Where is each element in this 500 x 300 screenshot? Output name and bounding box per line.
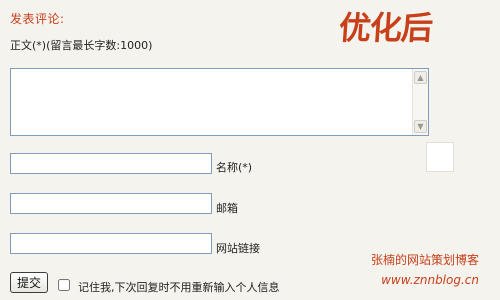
website-field-label: 网站链接	[216, 242, 260, 255]
comment-body-container: ▲ ▼	[10, 68, 429, 136]
email-field-label: 邮箱	[216, 202, 238, 215]
name-field-label: 名称(*)	[216, 161, 253, 174]
blog-watermark: 张楠的网站策划博客 www.znnblog.cn	[367, 250, 479, 290]
body-field-label: 正文(*)(留言最长字数:1000)	[10, 39, 153, 52]
textarea-scrollbar[interactable]: ▲ ▼	[412, 69, 428, 135]
name-input[interactable]	[10, 153, 212, 174]
watermark-url: www.znnblog.cn	[381, 273, 479, 287]
remember-me-label: 记住我,下次回复时不用重新输入个人信息	[78, 281, 280, 294]
avatar-placeholder	[426, 142, 454, 172]
watermark-author: 张楠的网站策划博客	[370, 253, 479, 267]
comment-body-textarea[interactable]	[11, 69, 413, 135]
scroll-up-arrow-icon[interactable]: ▲	[414, 71, 427, 84]
remember-me-checkbox[interactable]	[58, 279, 70, 291]
comment-form-heading: 发表评论:	[10, 12, 65, 26]
optimized-badge: 优化后	[337, 9, 434, 47]
website-input[interactable]	[10, 233, 212, 254]
scroll-down-arrow-icon[interactable]: ▼	[414, 120, 427, 133]
submit-button[interactable]: 提交	[10, 272, 48, 293]
email-input[interactable]	[10, 193, 212, 214]
